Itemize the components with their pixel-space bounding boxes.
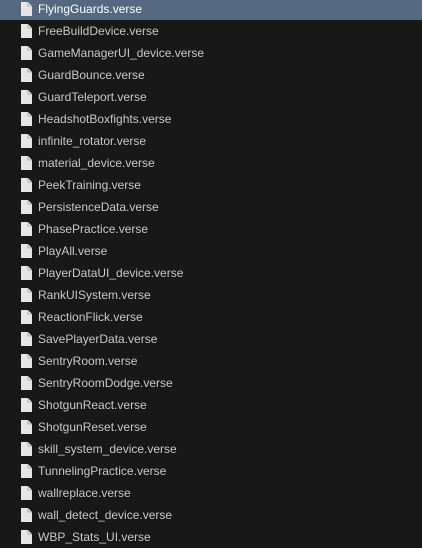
file-name: WBP_Stats_UI.verse — [38, 530, 151, 544]
file-row[interactable]: GuardBounce.verse — [0, 64, 422, 86]
file-icon — [21, 442, 32, 456]
file-icon — [21, 24, 32, 38]
file-row[interactable]: ShotgunReact.verse — [0, 394, 422, 416]
file-name: HeadshotBoxfights.verse — [38, 112, 172, 126]
file-icon — [21, 310, 32, 324]
file-icon — [21, 420, 32, 434]
file-name: ShotgunReset.verse — [38, 420, 147, 434]
file-name: ShotgunReact.verse — [38, 398, 147, 412]
file-row[interactable]: ReactionFlick.verse — [0, 306, 422, 328]
file-icon — [21, 530, 32, 544]
file-icon — [21, 508, 32, 522]
file-icon — [21, 178, 32, 192]
file-row[interactable]: skill_system_device.verse — [0, 438, 422, 460]
file-icon — [21, 90, 32, 104]
file-name: wall_detect_device.verse — [38, 508, 173, 522]
file-icon — [21, 2, 32, 16]
file-name: GuardBounce.verse — [38, 68, 145, 82]
file-row[interactable]: PhasePractice.verse — [0, 218, 422, 240]
file-icon — [21, 486, 32, 500]
file-row[interactable]: FreeBuildDevice.verse — [0, 20, 422, 42]
file-row[interactable]: material_device.verse — [0, 152, 422, 174]
file-row[interactable]: ShotgunReset.verse — [0, 416, 422, 438]
file-icon — [21, 134, 32, 148]
file-row[interactable]: infinite_rotator.verse — [0, 130, 422, 152]
file-name: PhasePractice.verse — [38, 222, 149, 236]
file-name: ReactionFlick.verse — [38, 310, 143, 324]
file-row[interactable]: PeekTraining.verse — [0, 174, 422, 196]
file-row[interactable]: WBP_Stats_UI.verse — [0, 526, 422, 548]
file-row[interactable]: FlyingGuards.verse — [0, 0, 422, 20]
file-row[interactable]: SentryRoomDodge.verse — [0, 372, 422, 394]
file-row[interactable]: PlayAll.verse — [0, 240, 422, 262]
file-name: PlayAll.verse — [38, 244, 108, 258]
file-icon — [21, 156, 32, 170]
file-row[interactable]: wallreplace.verse — [0, 482, 422, 504]
file-row[interactable]: RankUISystem.verse — [0, 284, 422, 306]
file-row[interactable]: wall_detect_device.verse — [0, 504, 422, 526]
file-icon — [21, 332, 32, 346]
file-row[interactable]: SavePlayerData.verse — [0, 328, 422, 350]
file-name: RankUISystem.verse — [38, 288, 151, 302]
file-row[interactable]: TunnelingPractice.verse — [0, 460, 422, 482]
file-row[interactable]: GameManagerUI_device.verse — [0, 42, 422, 64]
file-row[interactable]: SentryRoom.verse — [0, 350, 422, 372]
file-icon — [21, 376, 32, 390]
file-name: FlyingGuards.verse — [38, 2, 143, 16]
file-row[interactable]: HeadshotBoxfights.verse — [0, 108, 422, 130]
file-name: skill_system_device.verse — [38, 442, 177, 456]
file-name: GuardTeleport.verse — [38, 90, 147, 104]
file-name: PersistenceData.verse — [38, 200, 159, 214]
file-name: infinite_rotator.verse — [38, 134, 147, 148]
file-row[interactable]: PlayerDataUI_device.verse — [0, 262, 422, 284]
file-name: TunnelingPractice.verse — [38, 464, 167, 478]
file-name: GameManagerUI_device.verse — [38, 46, 205, 60]
file-list: FlyingGuards.verse FreeBuildDevice.verse G… — [0, 0, 422, 547]
file-icon — [21, 68, 32, 82]
file-name: SentryRoomDodge.verse — [38, 376, 173, 390]
file-icon — [21, 266, 32, 280]
file-name: SavePlayerData.verse — [38, 332, 158, 346]
file-name: SentryRoom.verse — [38, 354, 138, 368]
file-icon — [21, 222, 32, 236]
file-icon — [21, 112, 32, 126]
file-row[interactable]: PersistenceData.verse — [0, 196, 422, 218]
file-icon — [21, 354, 32, 368]
file-icon — [21, 200, 32, 214]
file-icon — [21, 46, 32, 60]
file-icon — [21, 244, 32, 258]
file-name: wallreplace.verse — [38, 486, 131, 500]
file-icon — [21, 398, 32, 412]
file-name: FreeBuildDevice.verse — [38, 24, 159, 38]
file-icon — [21, 288, 32, 302]
file-row[interactable]: GuardTeleport.verse — [0, 86, 422, 108]
file-name: material_device.verse — [38, 156, 155, 170]
file-icon — [21, 464, 32, 478]
file-name: PlayerDataUI_device.verse — [38, 266, 184, 280]
file-name: PeekTraining.verse — [38, 178, 141, 192]
